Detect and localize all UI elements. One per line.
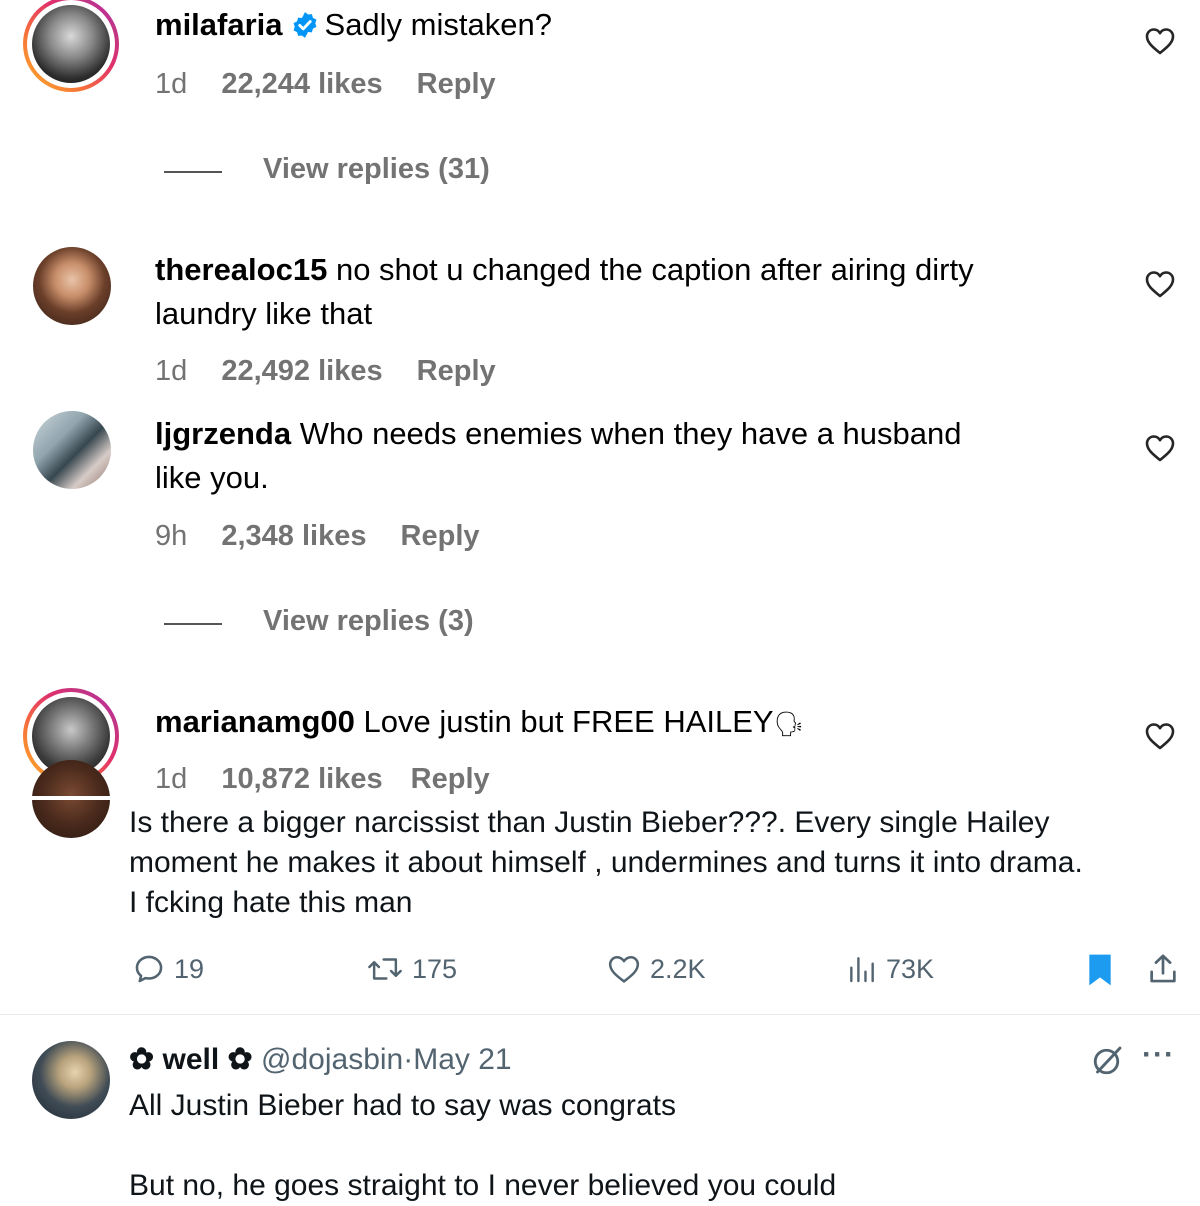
comment-meta: 1d 22,244 likes Reply — [155, 68, 496, 101]
retweet-count: 175 — [412, 953, 458, 984]
comment-time: 9h — [155, 520, 188, 552]
comment-meta: 1d 10,872 likes Reply — [155, 763, 490, 796]
tweet2-handle[interactable]: @dojasbin — [261, 1043, 403, 1076]
grok-icon[interactable] — [1090, 1042, 1126, 1078]
avatar-ljgrzenda[interactable] — [33, 411, 111, 489]
comment-time: 1d — [155, 355, 188, 387]
comment-likes[interactable]: 22,492 likes — [221, 355, 382, 387]
heart-icon[interactable] — [1144, 269, 1176, 299]
comment-text: Who needs enemies when they have a husba… — [299, 416, 962, 451]
comment-text: like you. — [155, 460, 269, 495]
replies-divider-line — [164, 171, 222, 173]
views-chart-icon — [850, 957, 874, 983]
bookmark-icon[interactable] — [1084, 952, 1116, 988]
like-action[interactable]: 2.2K — [606, 952, 706, 986]
comment-text: Love justin but FREE HAILEY — [363, 704, 774, 739]
tweet1-text: Is there a bigger narcissist than Justin… — [129, 803, 1083, 923]
comment-likes[interactable]: 22,244 likes — [221, 68, 382, 100]
comment-marianamg00: marianamg00 Love justin but FREE HAILEY🗣 — [155, 700, 804, 747]
tweet2-header: ✿ well ✿ @dojasbin·May 21 — [129, 1040, 512, 1080]
reply-button[interactable]: Reply — [417, 355, 496, 387]
tweet2-text-line: But no, he goes straight to I never beli… — [129, 1169, 837, 1202]
speaking-head-emoji: 🗣 — [773, 711, 805, 738]
reply-button[interactable]: Reply — [401, 520, 480, 552]
tweet2-text: All Justin Bieber had to say was congrat… — [129, 1086, 836, 1206]
views-count: 73K — [886, 953, 935, 984]
tweet1-text-line: moment he makes it about himself , under… — [129, 846, 1083, 879]
comment-likes[interactable]: 2,348 likes — [221, 520, 366, 552]
comment-time: 1d — [155, 763, 188, 795]
comment-time: 1d — [155, 68, 188, 100]
comment-likes[interactable]: 10,872 likes — [221, 763, 382, 795]
comment-text: no shot u changed the caption after airi… — [335, 252, 974, 287]
retweet-icon — [368, 958, 402, 980]
heart-icon[interactable] — [1144, 26, 1176, 56]
replies-divider-line — [164, 623, 222, 625]
more-options-button[interactable]: ··· — [1142, 1038, 1175, 1072]
comment-text: Sadly mistaken? — [324, 7, 552, 42]
tweet-divider — [0, 1014, 1200, 1015]
comment-milafaria: milafaria Sadly mistaken? — [155, 3, 552, 47]
like-heart-icon — [608, 955, 640, 983]
reply-button[interactable]: Reply — [417, 68, 496, 100]
flower-icon: ✿ — [129, 1043, 155, 1076]
share-icon[interactable] — [1146, 952, 1180, 986]
comment-username[interactable]: marianamg00 — [155, 704, 355, 739]
reply-count: 19 — [174, 953, 205, 984]
comment-username[interactable]: milafaria — [155, 7, 283, 42]
like-count: 2.2K — [650, 953, 706, 984]
heart-icon[interactable] — [1144, 433, 1176, 463]
avatar-milafaria[interactable] — [23, 0, 119, 92]
avatar-tweet2[interactable] — [32, 1041, 110, 1119]
comment-therealoc15: therealoc15 no shot u changed the captio… — [155, 248, 974, 336]
comment-ljgrzenda: ljgrzenda Who needs enemies when they ha… — [155, 412, 962, 500]
comment-meta: 1d 22,492 likes Reply — [155, 355, 496, 388]
comment-meta: 9h 2,348 likes Reply — [155, 520, 480, 553]
tweet1-text-line: Is there a bigger narcissist than Justin… — [129, 806, 1050, 839]
reply-bubble-icon — [135, 955, 163, 983]
tweet1-text-line: I fcking hate this man — [129, 886, 413, 919]
flower-icon: ✿ — [227, 1043, 253, 1076]
heart-icon[interactable] — [1144, 721, 1176, 751]
retweet-action[interactable]: 175 — [366, 952, 457, 986]
reply-button[interactable]: Reply — [411, 763, 490, 795]
tweet2-text-line: All Justin Bieber had to say was congrat… — [129, 1089, 676, 1122]
view-replies-button[interactable]: View replies (31) — [263, 153, 490, 186]
comment-username[interactable]: therealoc15 — [155, 252, 327, 287]
view-replies-button[interactable]: View replies (3) — [263, 605, 474, 638]
tweet2-separator: · — [403, 1043, 414, 1076]
verified-icon — [293, 12, 316, 38]
reply-action[interactable]: 19 — [132, 952, 204, 986]
comment-username[interactable]: ljgrzenda — [155, 416, 291, 451]
avatar-therealoc15[interactable] — [33, 247, 111, 325]
comment-text: laundry like that — [155, 296, 373, 331]
tweet2-date[interactable]: May 21 — [413, 1043, 511, 1076]
views-action[interactable]: 73K — [846, 952, 934, 986]
tweet2-display-name[interactable]: well — [162, 1043, 219, 1076]
